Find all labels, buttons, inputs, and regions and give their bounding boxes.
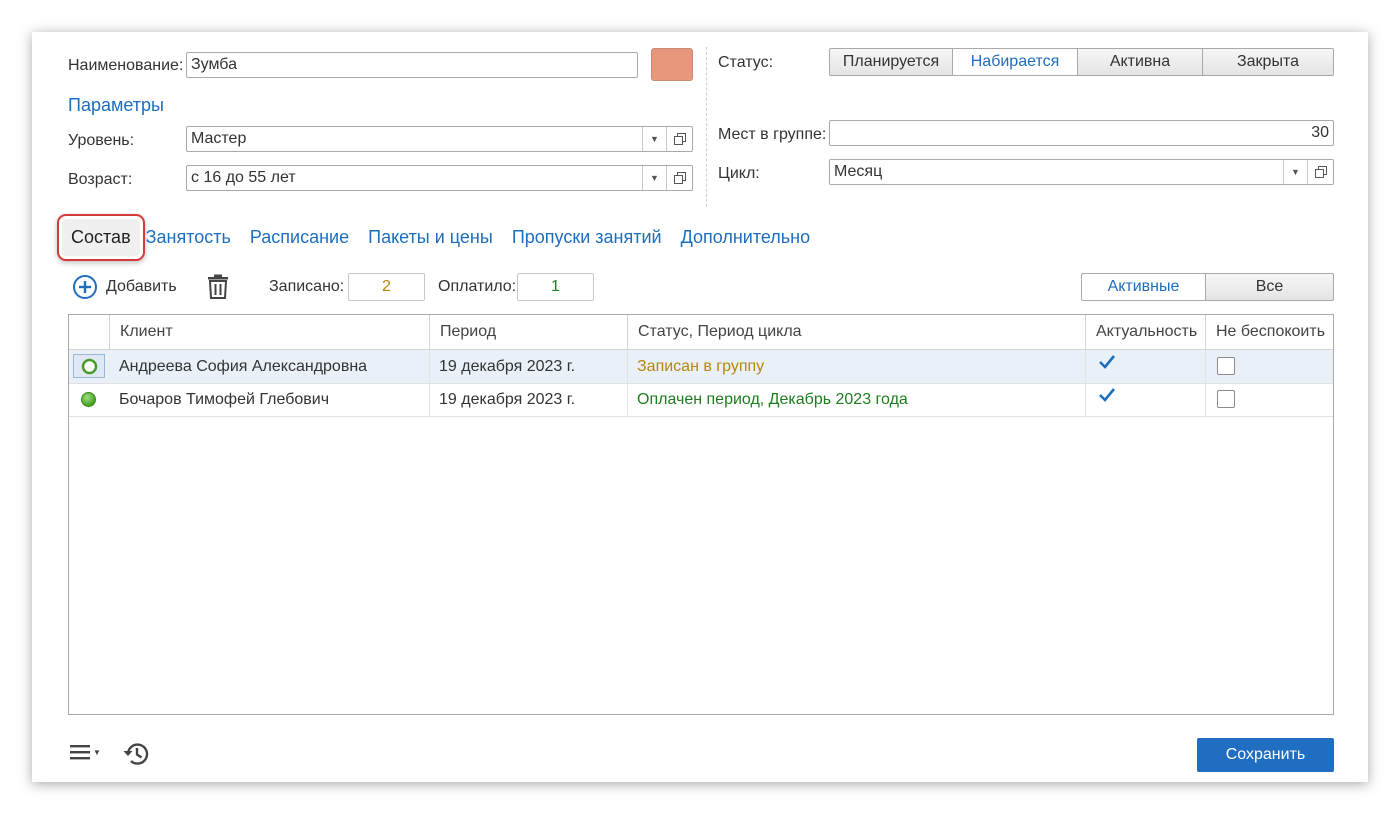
client-name: Андреева София Александровна	[119, 358, 368, 375]
cell-divider	[1205, 350, 1206, 383]
status-circle-outline-icon	[81, 358, 98, 375]
row-indicator-cell	[73, 354, 105, 378]
tab-bar: Состав Занятость Расписание Пакеты и цен…	[62, 214, 829, 260]
column-header-status[interactable]: Статус, Период цикла	[627, 315, 1085, 349]
no-disturb-checkbox[interactable]	[1217, 357, 1235, 375]
seats-field[interactable]: 30	[829, 120, 1334, 146]
chevron-down-icon: ▼	[650, 173, 659, 183]
status-value: Оплачен период, Декабрь 2023 года	[637, 391, 908, 408]
column-header-client[interactable]: Клиент	[109, 315, 429, 349]
enrolled-count: 2	[348, 273, 425, 301]
age-value: с 16 до 55 лет	[191, 169, 296, 186]
table-header: Клиент Период Статус, Период цикла Актуа…	[69, 315, 1333, 350]
params-section-title: Параметры	[68, 95, 164, 115]
menu-icon	[70, 745, 90, 760]
level-dropdown-button[interactable]: ▼	[642, 127, 666, 151]
paid-label: Оплатило:	[438, 278, 517, 295]
tab-additional[interactable]: Дополнительно	[681, 227, 811, 248]
delete-button[interactable]	[206, 274, 230, 305]
tab-packages[interactable]: Пакеты и цены	[368, 227, 493, 248]
add-circle-icon	[73, 275, 97, 299]
add-button-label: Добавить	[106, 278, 177, 295]
tab-occupancy[interactable]: Занятость	[146, 227, 231, 248]
open-window-icon	[673, 133, 686, 145]
cell-divider	[1085, 383, 1086, 416]
color-swatch-button[interactable]	[651, 48, 693, 81]
status-option-closed[interactable]: Закрыта	[1202, 48, 1334, 76]
column-header-period[interactable]: Период	[429, 315, 627, 349]
cycle-label: Цикл:	[718, 165, 760, 182]
open-window-icon	[1314, 166, 1327, 178]
column-header-actual[interactable]: Актуальность	[1085, 315, 1205, 349]
name-label: Наименование:	[68, 57, 184, 74]
status-option-active[interactable]: Активна	[1077, 48, 1203, 76]
status-value: Записан в группу	[637, 358, 765, 375]
status-option-planned[interactable]: Планируется	[829, 48, 953, 76]
cycle-select[interactable]: Месяц ▼	[829, 159, 1334, 185]
table-row[interactable]: Андреева София Александровна 19 декабря …	[69, 350, 1333, 384]
seats-label: Мест в группе:	[718, 126, 827, 143]
column-separator	[706, 47, 707, 207]
status-option-recruiting[interactable]: Набирается	[952, 48, 1078, 76]
cycle-dropdown-button[interactable]: ▼	[1283, 160, 1307, 184]
age-label: Возраст:	[68, 171, 133, 188]
save-button[interactable]: Сохранить	[1197, 738, 1334, 772]
level-label: Уровень:	[68, 132, 135, 149]
checkmark-icon	[1099, 388, 1116, 402]
members-table: Клиент Период Статус, Период цикла Актуа…	[68, 314, 1334, 715]
name-input[interactable]	[191, 53, 633, 77]
table-row[interactable]: Бочаров Тимофей Глебович 19 декабря 2023…	[69, 383, 1333, 417]
level-open-button[interactable]	[666, 127, 692, 151]
level-value: Мастер	[191, 130, 247, 147]
history-button[interactable]	[122, 739, 152, 774]
status-circle-filled-icon	[81, 392, 96, 407]
open-window-icon	[673, 172, 686, 184]
status-label: Статус:	[718, 54, 774, 71]
name-field[interactable]	[186, 52, 638, 78]
checkmark-icon	[1099, 355, 1116, 369]
column-header-no-disturb[interactable]: Не беспокоить	[1205, 315, 1333, 349]
cycle-value: Месяц	[834, 163, 883, 180]
paid-count: 1	[517, 273, 594, 301]
age-open-button[interactable]	[666, 166, 692, 190]
no-disturb-checkbox[interactable]	[1217, 390, 1235, 408]
trash-icon	[208, 274, 228, 299]
group-form-window: Наименование: Параметры Уровень: Мастер …	[32, 32, 1368, 782]
cell-divider	[1085, 350, 1086, 383]
seats-value: 30	[1311, 124, 1329, 141]
chevron-down-icon: ▼	[93, 747, 101, 757]
filter-segmented-control: Активные Все	[1081, 273, 1334, 301]
status-segmented-control: Планируется Набирается Активна Закрыта	[829, 48, 1334, 76]
chevron-down-icon: ▼	[650, 134, 659, 144]
period-value: 19 декабря 2023 г.	[439, 358, 576, 375]
add-button[interactable]: Добавить	[72, 273, 177, 301]
more-menu-button[interactable]: ▼	[70, 743, 101, 761]
cycle-open-button[interactable]	[1307, 160, 1333, 184]
cell-divider	[1205, 383, 1206, 416]
history-icon	[123, 743, 149, 765]
chevron-down-icon: ▼	[1291, 167, 1300, 177]
client-name: Бочаров Тимофей Глебович	[119, 391, 330, 408]
age-select[interactable]: с 16 до 55 лет ▼	[186, 165, 693, 191]
filter-option-active[interactable]: Активные	[1081, 273, 1206, 301]
level-select[interactable]: Мастер ▼	[186, 126, 693, 152]
filter-option-all[interactable]: Все	[1205, 273, 1334, 301]
enrolled-label: Записано:	[269, 278, 345, 295]
period-value: 19 декабря 2023 г.	[439, 391, 576, 408]
tab-absences[interactable]: Пропуски занятий	[512, 227, 662, 248]
tab-composition[interactable]: Состав	[62, 218, 140, 256]
tab-schedule[interactable]: Расписание	[250, 227, 349, 248]
age-dropdown-button[interactable]: ▼	[642, 166, 666, 190]
